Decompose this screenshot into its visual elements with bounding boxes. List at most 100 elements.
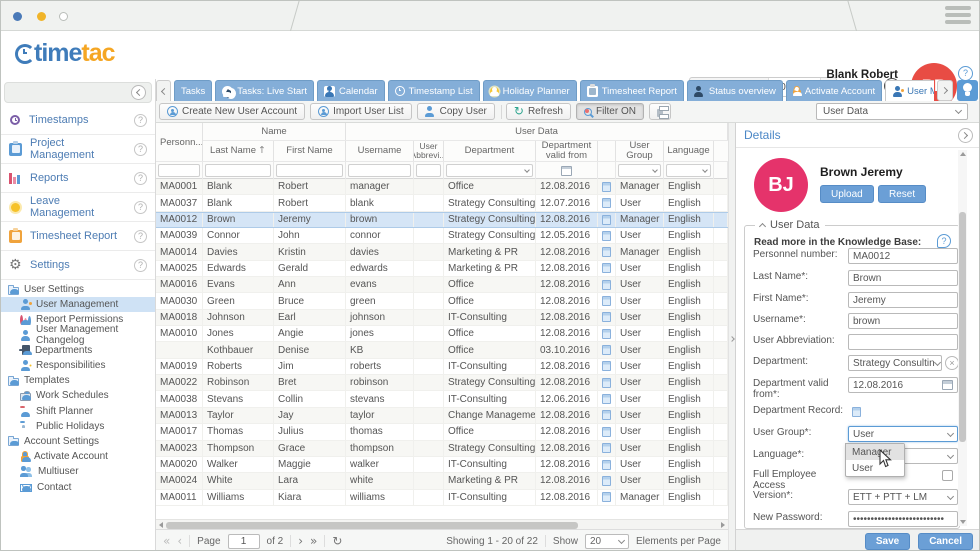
window-dot-blue-icon[interactable] [13, 12, 22, 21]
first-page-button[interactable]: « [163, 535, 170, 547]
reset-avatar-button[interactable]: Reset [878, 185, 926, 203]
department-record-icon[interactable] [602, 231, 611, 241]
table-row[interactable]: MA0019 Roberts Jim roberts IT-Consulting… [156, 359, 728, 375]
filter-username-input[interactable] [348, 164, 411, 177]
username-field[interactable]: brown [848, 313, 958, 329]
module-tab[interactable]: Activate Account [786, 80, 882, 101]
horizontal-scrollbar[interactable] [156, 519, 728, 529]
table-row[interactable]: MA0016 Evans Ann evans Office 12.08.2016… [156, 277, 728, 293]
table-row[interactable]: MA0013 Taylor Jay taylor Change Manageme… [156, 408, 728, 424]
table-row[interactable]: MA0025 Edwards Gerald edwards Marketing … [156, 261, 728, 277]
department-record-icon[interactable] [602, 410, 611, 420]
department-record-icon[interactable] [602, 198, 611, 208]
table-row[interactable]: MA0030 Green Bruce green Office 12.08.20… [156, 293, 728, 309]
department-record-icon[interactable] [602, 492, 611, 502]
sidebar-tree-item[interactable]: User Management [1, 297, 155, 312]
module-tab[interactable]: Timesheet Report [580, 80, 684, 101]
department-record-icon[interactable] [602, 247, 611, 257]
sidebar-tree-item[interactable]: Public Holidays [1, 419, 155, 434]
table-row[interactable]: MA0039 Connor John connor Strategy Consu… [156, 228, 728, 244]
knowledge-base-help-icon[interactable] [937, 234, 951, 248]
reload-grid-icon[interactable]: ↻ [332, 535, 342, 547]
sidebar-tree-item[interactable]: Work Schedules [1, 388, 155, 403]
sidebar-module-item[interactable]: Project Management [1, 135, 155, 164]
column-header-language[interactable]: Language [664, 141, 714, 161]
column-header-first-name[interactable]: First Name [274, 141, 346, 161]
sidebar-tree-item[interactable]: User Management Changelog [1, 328, 155, 343]
cancel-button[interactable]: Cancel [918, 533, 973, 550]
table-row[interactable]: MA0012 Brown Jeremy brown Strategy Consu… [156, 212, 728, 228]
module-tab[interactable]: Timestamp List [388, 80, 480, 101]
column-header-user-group[interactable]: User Group [616, 141, 664, 161]
filter-personnel-input[interactable] [158, 164, 200, 177]
user-group-select[interactable]: User [848, 426, 958, 442]
sidebar-tree-item[interactable]: Activate Account [1, 449, 155, 464]
module-tab[interactable]: User Management [885, 80, 934, 101]
timetac-logo[interactable]: timetac [15, 38, 115, 68]
column-header-valid-from[interactable]: Department valid from [536, 141, 598, 161]
department-record-icon[interactable] [602, 329, 611, 339]
personnel-number-field[interactable]: MA0012 [848, 248, 958, 264]
column-header-department[interactable]: Department [444, 141, 536, 161]
help-circle-icon[interactable] [134, 259, 147, 272]
module-tab[interactable]: Tasks: Live Start [215, 80, 314, 101]
previous-page-button[interactable]: ‹ [177, 535, 182, 547]
table-row[interactable]: MA0038 Stevans Collin stevans IT-Consult… [156, 391, 728, 407]
scroll-down-arrow-icon[interactable] [960, 520, 966, 524]
tab-scroll-left-button[interactable] [156, 80, 171, 101]
dropdown-option[interactable]: Manager [846, 444, 904, 460]
calendar-icon[interactable] [942, 380, 953, 390]
help-circle-icon[interactable] [134, 143, 147, 156]
table-row[interactable]: MA0024 White Lara white Marketing & PR 1… [156, 473, 728, 489]
window-dot-yellow-icon[interactable] [37, 12, 46, 21]
table-row[interactable]: MA0001 Blank Robert manager Office 12.08… [156, 179, 728, 195]
module-tab[interactable]: Tasks [174, 80, 212, 101]
table-row[interactable]: MA0010 Jones Angie jones Office 12.08.20… [156, 326, 728, 342]
column-header-personnel[interactable]: Personn... [156, 123, 203, 161]
user-abbreviation-field[interactable] [848, 334, 958, 350]
department-record-icon[interactable] [602, 394, 611, 404]
sidebar-module-item[interactable]: Leave Management [1, 193, 155, 222]
help-circle-icon[interactable] [134, 201, 147, 214]
department-record-icon[interactable] [602, 460, 611, 470]
sidebar-tree-item[interactable]: Contact [1, 479, 155, 494]
help-circle-icon[interactable] [134, 114, 147, 127]
sidebar-tree-item[interactable]: Shift Planner [1, 404, 155, 419]
sidebar-tree-item[interactable]: Responsibilities [1, 358, 155, 373]
filter-date-calendar-icon[interactable] [561, 166, 572, 176]
print-button[interactable] [649, 103, 671, 120]
department-record-icon[interactable] [602, 263, 611, 273]
filter-department-select[interactable] [446, 164, 533, 177]
user-data-legend[interactable]: User Data [755, 219, 825, 231]
last-page-button[interactable]: » [310, 535, 317, 547]
department-record-icon[interactable] [602, 443, 611, 453]
grid-view-select[interactable]: User Data [816, 103, 968, 120]
full-employee-access-checkbox[interactable] [942, 470, 953, 481]
department-record-icon[interactable] [602, 312, 611, 322]
save-button[interactable]: Save [865, 533, 910, 550]
last-name-field[interactable]: Brown [848, 270, 958, 286]
first-name-field[interactable]: Jeremy [848, 292, 958, 308]
table-row[interactable]: MA0023 Thompson Grace thompson Strategy … [156, 441, 728, 457]
department-record-icon[interactable] [602, 476, 611, 486]
tips-lightbulb-button[interactable] [957, 80, 978, 101]
scroll-up-arrow-icon[interactable] [960, 152, 966, 156]
create-new-user-button[interactable]: Create New User Account [159, 103, 305, 120]
scroll-right-arrow-icon[interactable] [721, 522, 725, 528]
page-number-input[interactable] [228, 534, 260, 549]
department-record-icon[interactable] [602, 361, 611, 371]
browser-menu-icon[interactable] [945, 6, 971, 27]
module-tab[interactable]: Holiday Planner [483, 80, 577, 101]
department-record-icon[interactable] [602, 378, 611, 388]
filter-last-name-input[interactable] [205, 164, 271, 177]
department-record-icon[interactable] [602, 427, 611, 437]
filter-user-group-select[interactable] [618, 164, 661, 177]
department-select[interactable]: Strategy Consultin [848, 355, 942, 371]
sidebar-collapse-button[interactable] [131, 85, 146, 100]
help-icon[interactable] [958, 66, 973, 81]
next-page-button[interactable]: › [298, 535, 303, 547]
sidebar-tree-item[interactable]: User Settings [1, 282, 155, 297]
department-record-icon[interactable] [852, 407, 861, 417]
table-row[interactable]: Kothbauer Denise KB Office 03.10.2016 Us… [156, 342, 728, 358]
sidebar-module-item[interactable]: Timestamps [1, 106, 155, 135]
